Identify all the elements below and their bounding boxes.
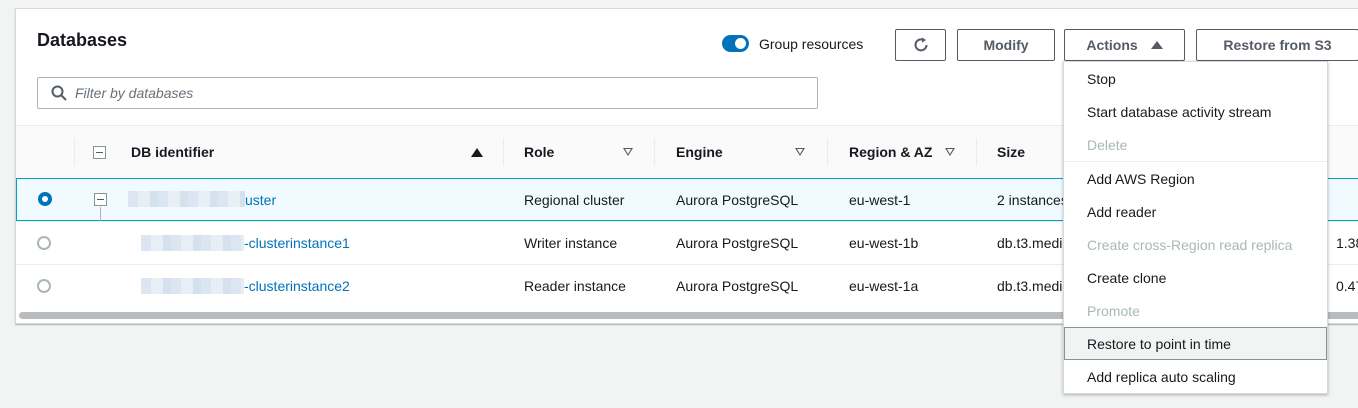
sort-engine-icon[interactable]: [795, 148, 805, 156]
filter-input[interactable]: Filter by databases: [37, 77, 818, 109]
row-radio[interactable]: [38, 192, 52, 206]
menu-item-create-clone[interactable]: Create clone: [1064, 261, 1327, 294]
db-identifier-link[interactable]: -clusterinstance1: [244, 222, 350, 263]
menu-item-add-reader[interactable]: Add reader: [1064, 195, 1327, 228]
menu-item-promote: Promote: [1087, 302, 1140, 319]
menu-item-start-activity-stream[interactable]: Start database activity stream: [1064, 95, 1327, 128]
menu-item-restore-point-in-time[interactable]: Restore to point in time: [1064, 327, 1327, 360]
search-icon: [51, 85, 67, 101]
restore-from-s3-button[interactable]: Restore from S3: [1196, 29, 1358, 61]
caret-up-icon: [1150, 41, 1163, 49]
collapse-all-icon[interactable]: [93, 146, 106, 159]
region-cell: eu-west-1a: [849, 277, 919, 294]
filter-placeholder: Filter by databases: [75, 85, 194, 101]
col-size[interactable]: Size: [997, 126, 1025, 178]
actions-menu: Stop Start database activity stream Dele…: [1063, 61, 1328, 394]
extra-cell: 1.38%: [1336, 234, 1358, 251]
menu-item-add-aws-region[interactable]: Add AWS Region: [1064, 162, 1327, 195]
page-title: Databases: [37, 30, 128, 50]
menu-item-stop[interactable]: Stop: [1064, 62, 1327, 95]
role-cell: Writer instance: [524, 234, 618, 251]
menu-item-delete: Delete: [1087, 136, 1128, 153]
collapse-group-icon[interactable]: [94, 193, 107, 206]
col-db-identifier[interactable]: DB identifier: [131, 126, 214, 178]
group-resources-toggle[interactable]: Group resources: [722, 35, 863, 52]
sort-role-icon[interactable]: [623, 148, 633, 156]
sort-region-icon[interactable]: [945, 148, 955, 156]
redacted-identifier: [141, 278, 244, 294]
group-resources-label: Group resources: [759, 35, 864, 52]
refresh-button[interactable]: [895, 29, 946, 61]
col-role[interactable]: Role: [524, 126, 554, 178]
role-cell: Regional cluster: [524, 191, 625, 208]
refresh-icon: [914, 37, 927, 52]
role-cell: Reader instance: [524, 277, 626, 294]
extra-cell: 0.47%: [1336, 277, 1358, 294]
region-cell: eu-west-1: [849, 191, 911, 208]
engine-cell: Aurora PostgreSQL: [676, 234, 799, 251]
redacted-identifier: [141, 235, 244, 251]
sort-asc-icon[interactable]: [471, 148, 483, 157]
actions-label: Actions: [1086, 37, 1138, 53]
menu-item-create-cross-region-replica: Create cross-Region read replica: [1087, 236, 1293, 253]
db-identifier-link[interactable]: -clusterinstance2: [244, 265, 350, 306]
modify-button[interactable]: Modify: [957, 29, 1055, 61]
db-identifier-link[interactable]: uster: [245, 179, 276, 220]
engine-cell: Aurora PostgreSQL: [676, 191, 799, 208]
col-engine[interactable]: Engine: [676, 126, 723, 178]
engine-cell: Aurora PostgreSQL: [676, 277, 799, 294]
region-cell: eu-west-1b: [849, 234, 919, 251]
menu-item-add-replica-auto-scaling[interactable]: Add replica auto scaling: [1064, 360, 1327, 393]
redacted-identifier: [128, 191, 245, 207]
size-cell: 2 instances: [997, 191, 1068, 208]
col-region[interactable]: Region & AZ: [849, 126, 932, 178]
row-radio[interactable]: [37, 279, 51, 293]
actions-button[interactable]: Actions: [1064, 29, 1185, 61]
toggle-switch[interactable]: [722, 35, 749, 52]
row-radio[interactable]: [37, 236, 51, 250]
